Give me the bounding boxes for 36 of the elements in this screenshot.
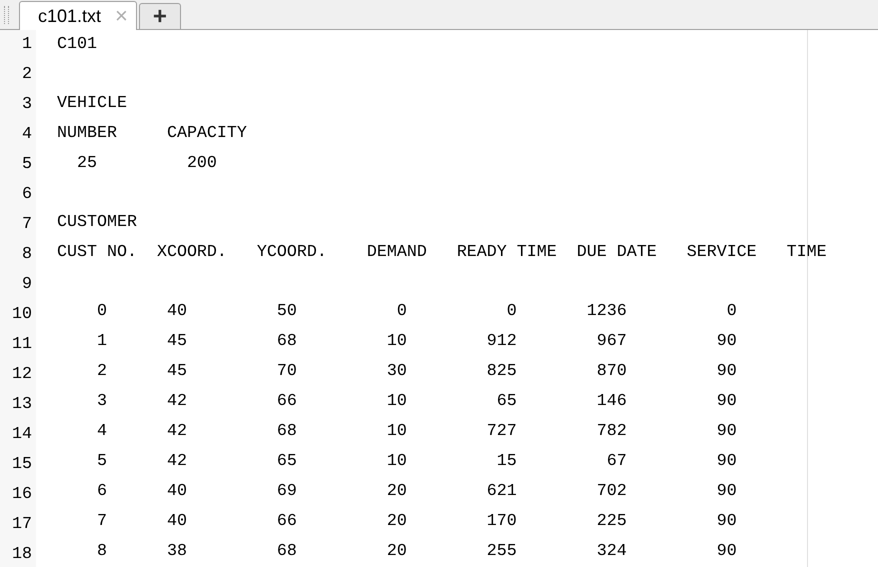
text-line: 1 45 68 10 912 967 90 bbox=[96, 332, 737, 351]
line-number: 8 bbox=[21, 244, 33, 266]
text-line: C101 bbox=[57, 35, 97, 54]
new-tab-button[interactable]: + bbox=[138, 3, 181, 29]
line-number: 16 bbox=[11, 484, 33, 506]
text-line: 8 38 68 20 255 324 90 bbox=[96, 542, 737, 561]
tab-grip-icon[interactable] bbox=[4, 6, 9, 24]
line-number: 11 bbox=[11, 334, 33, 356]
text-line: 5 42 65 10 15 67 90 bbox=[96, 452, 737, 471]
line-number: 6 bbox=[21, 184, 33, 206]
line-number: 13 bbox=[11, 394, 33, 416]
line-number: 3 bbox=[21, 94, 33, 116]
line-number: 10 bbox=[11, 304, 33, 326]
line-number: 18 bbox=[11, 544, 33, 566]
line-number: 12 bbox=[11, 364, 33, 386]
text-line: 6 40 69 20 621 702 90 bbox=[96, 482, 737, 501]
text-line: 4 42 68 10 727 782 90 bbox=[96, 422, 737, 441]
text-line: NUMBER CAPACITY bbox=[57, 124, 247, 143]
text-line: 7 40 66 20 170 225 90 bbox=[96, 512, 737, 531]
line-number: 2 bbox=[21, 64, 33, 86]
text-line: 2 45 70 30 825 870 90 bbox=[96, 362, 737, 381]
line-number: 7 bbox=[21, 214, 33, 236]
text-line: 25 200 bbox=[76, 154, 217, 173]
line-number: 5 bbox=[21, 154, 33, 176]
text-line: CUSTOMER bbox=[57, 213, 137, 232]
file-tab[interactable]: c101.txt × bbox=[19, 1, 137, 30]
text-line: 0 40 50 0 0 1236 0 bbox=[96, 302, 737, 321]
line-number: 17 bbox=[11, 514, 33, 536]
text-line: VEHICLE bbox=[57, 94, 127, 113]
line-number: 15 bbox=[11, 454, 33, 476]
line-number: 14 bbox=[11, 424, 33, 446]
text-line: CUST NO. XCOORD. YCOORD. DEMAND READY TIME DUE DATE SERVICE TIME bbox=[57, 243, 827, 262]
text-line: 3 42 66 10 65 146 90 bbox=[96, 392, 737, 411]
line-number: 1 bbox=[21, 34, 33, 56]
line-number: 4 bbox=[21, 124, 33, 146]
line-number: 9 bbox=[21, 274, 33, 296]
